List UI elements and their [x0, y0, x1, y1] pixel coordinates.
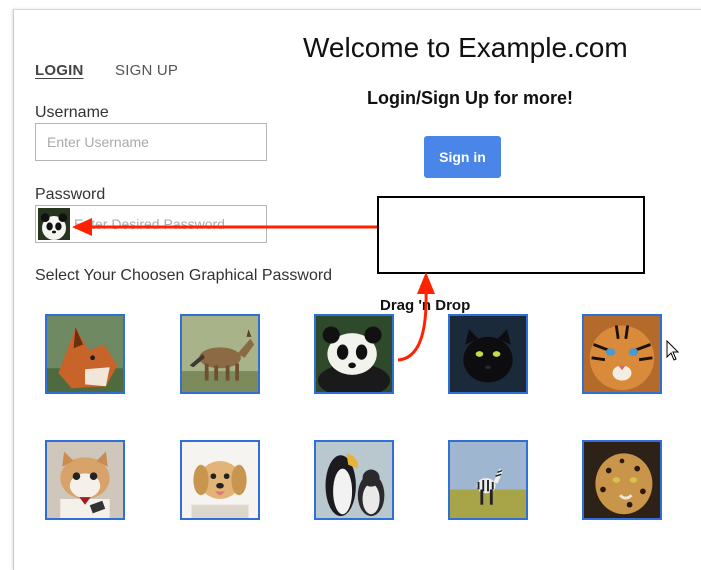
subtitle: Login/Sign Up for more! [367, 88, 573, 108]
image-tile-puppy[interactable] [180, 440, 260, 520]
drag-drop-label: Drag 'n Drop [380, 297, 471, 314]
image-tile-zebra[interactable] [448, 440, 528, 520]
password-label: Password [35, 186, 106, 203]
image-tile-jackal[interactable] [180, 314, 260, 394]
selected-panda-image [38, 208, 70, 240]
image-tile-penguins[interactable] [314, 440, 394, 520]
image-tile-panda[interactable] [314, 314, 394, 394]
tab-login[interactable]: LOGIN [35, 62, 84, 79]
image-tile-leopard[interactable] [582, 440, 662, 520]
image-tile-cat[interactable] [45, 440, 125, 520]
username-input[interactable] [35, 123, 267, 161]
image-tile-tiger[interactable] [582, 314, 662, 394]
signin-button[interactable]: Sign in [424, 136, 501, 178]
mouse-cursor-icon [666, 340, 680, 361]
image-tile-black-panther[interactable] [448, 314, 528, 394]
image-tile-fox[interactable] [45, 314, 125, 394]
username-label: Username [35, 104, 109, 121]
drop-zone[interactable] [377, 196, 645, 274]
welcome-heading: Welcome to Example.com [303, 32, 628, 63]
graphical-password-label: Select Your Choosen Graphical Password [35, 267, 333, 284]
tab-signup[interactable]: SIGN UP [115, 62, 178, 79]
